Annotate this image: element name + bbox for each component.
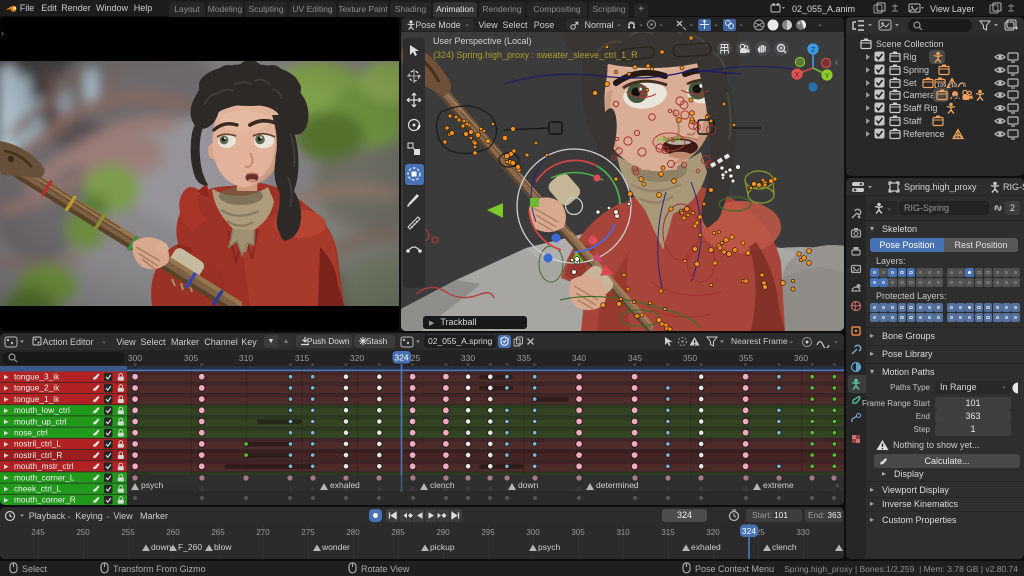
svg-text:265: 265 (211, 528, 225, 537)
svg-text:335: 335 (517, 353, 531, 363)
svg-text:300: 300 (526, 528, 540, 537)
svg-text:324: 324 (394, 353, 408, 363)
svg-text:exhaled: exhaled (691, 542, 721, 552)
svg-text:285: 285 (391, 528, 405, 537)
svg-text:260: 260 (166, 528, 180, 537)
svg-text:270: 270 (256, 528, 270, 537)
svg-text:jaw_mstr: jaw_mstr (656, 137, 681, 143)
svg-text:cheek_ctrl_L: cheek_ctrl_L (14, 484, 61, 494)
svg-text:320: 320 (706, 528, 720, 537)
svg-text:310: 310 (239, 353, 253, 363)
svg-text:tongue_1_ik: tongue_1_ik (14, 394, 60, 404)
svg-text:330: 330 (461, 353, 475, 363)
svg-text:324: 324 (742, 526, 756, 536)
svg-text:psych: psych (538, 542, 560, 552)
svg-text:determined: determined (596, 480, 639, 490)
svg-text:down: down (151, 542, 172, 552)
svg-text:315: 315 (295, 353, 309, 363)
svg-text:extreme: extreme (763, 480, 794, 490)
svg-text:310: 310 (616, 528, 630, 537)
svg-text:nostril_ctrl_L: nostril_ctrl_L (14, 439, 61, 449)
svg-text:pickup: pickup (430, 542, 455, 552)
svg-text:360: 360 (794, 353, 808, 363)
svg-text:295: 295 (481, 528, 495, 537)
svg-text:Z: Z (811, 45, 816, 54)
svg-text:F_260: F_260 (178, 542, 202, 552)
svg-text:315: 315 (661, 528, 675, 537)
svg-text:clench: clench (430, 480, 455, 490)
svg-text:mouth_up_ctrl: mouth_up_ctrl (14, 416, 67, 426)
svg-text:290: 290 (436, 528, 450, 537)
svg-text:340: 340 (572, 353, 586, 363)
svg-text:tongue_3_ik: tongue_3_ik (14, 372, 60, 382)
svg-text:exhaled: exhaled (330, 480, 360, 490)
svg-text:330: 330 (796, 528, 810, 537)
svg-text:clench: clench (772, 542, 797, 552)
svg-text:305: 305 (571, 528, 585, 537)
svg-text:275: 275 (301, 528, 315, 537)
svg-text:down: down (518, 480, 539, 490)
svg-text:blow: blow (214, 542, 232, 552)
svg-text:nose_ctrl: nose_ctrl (14, 428, 48, 438)
svg-text:mouth_corner_L: mouth_corner_L (14, 472, 75, 482)
svg-text:345: 345 (628, 353, 642, 363)
svg-text:mouth_corner_R: mouth_corner_R (14, 495, 76, 505)
svg-text:350: 350 (683, 353, 697, 363)
svg-text:320: 320 (350, 353, 364, 363)
svg-text:255: 255 (121, 528, 135, 537)
svg-text:mouth_low_ctrl: mouth_low_ctrl (14, 405, 70, 415)
svg-text:245: 245 (31, 528, 45, 537)
svg-text:280: 280 (346, 528, 360, 537)
svg-text:300: 300 (128, 353, 142, 363)
svg-text:‹: ‹ (836, 480, 839, 490)
svg-text:355: 355 (739, 353, 753, 363)
svg-text:nostril_ctrl_R: nostril_ctrl_R (14, 450, 62, 460)
svg-text:X: X (794, 70, 799, 79)
svg-text:wonder: wonder (321, 542, 350, 552)
svg-text:Y: Y (824, 71, 829, 80)
svg-text:250: 250 (76, 528, 90, 537)
svg-text:305: 305 (184, 353, 198, 363)
svg-text:mouth_mstr_ctrl: mouth_mstr_ctrl (14, 461, 74, 471)
svg-text:tongue_2_ik: tongue_2_ik (14, 383, 60, 393)
svg-text:psych: psych (141, 480, 163, 490)
